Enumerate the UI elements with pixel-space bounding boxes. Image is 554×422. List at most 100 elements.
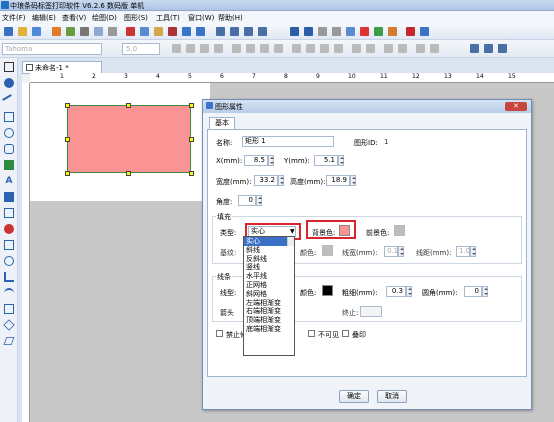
bold-icon[interactable] — [172, 44, 181, 53]
menu-file[interactable]: 文件(F) — [2, 13, 26, 23]
thickness-input[interactable]: 0.3 — [386, 286, 406, 297]
resize-handle[interactable] — [126, 103, 131, 108]
dropdown-option[interactable]: 竖线 — [244, 263, 294, 272]
close-icon[interactable]: ✕ — [505, 102, 527, 111]
cancel-button[interactable]: 取消 — [377, 390, 407, 403]
lock-icon[interactable] — [360, 27, 369, 36]
width-input[interactable]: 33.2 — [254, 175, 278, 186]
grid-icon[interactable] — [108, 27, 117, 36]
zoom-selection-icon[interactable] — [498, 44, 507, 53]
barcode-icon[interactable] — [388, 27, 397, 36]
polygon-icon[interactable] — [4, 304, 14, 314]
info-icon[interactable] — [420, 27, 429, 36]
width-stepper[interactable] — [278, 175, 284, 186]
qrcode-tool-icon[interactable] — [4, 224, 14, 234]
settings-icon[interactable] — [80, 27, 89, 36]
x-input[interactable]: 8.5 — [244, 155, 268, 166]
image-icon[interactable] — [4, 160, 14, 170]
strike-icon[interactable] — [214, 44, 223, 53]
menu-help[interactable]: 帮助(H) — [218, 13, 243, 23]
end-arrow-select[interactable] — [360, 306, 382, 317]
y-stepper[interactable] — [338, 155, 344, 166]
round-rect-icon[interactable] — [4, 144, 14, 154]
dropdown-option[interactable]: 正网格 — [244, 281, 294, 290]
flip-icon[interactable] — [334, 44, 343, 53]
underline-icon[interactable] — [200, 44, 209, 53]
resize-handle[interactable] — [189, 171, 194, 176]
font-size-select[interactable]: 5.0 — [122, 43, 160, 55]
redo-icon[interactable] — [196, 27, 205, 36]
pointer-icon[interactable] — [4, 62, 14, 72]
invisible-checkbox[interactable] — [308, 330, 315, 337]
zoom-in-icon[interactable] — [216, 27, 225, 36]
pan-icon[interactable] — [4, 78, 14, 88]
justify-icon[interactable] — [274, 44, 283, 53]
align-left-icon[interactable] — [232, 44, 241, 53]
middle-icon[interactable] — [430, 44, 439, 53]
ellipse-icon[interactable] — [4, 128, 14, 138]
ok-button[interactable]: 确定 — [339, 390, 369, 403]
align-icon[interactable] — [290, 27, 299, 36]
resize-handle[interactable] — [189, 103, 194, 108]
back-icon[interactable] — [366, 44, 375, 53]
align-right-icon[interactable] — [260, 44, 269, 53]
line-icon[interactable] — [2, 94, 16, 108]
rect-icon[interactable] — [4, 112, 14, 122]
print-icon[interactable] — [52, 27, 61, 36]
zoom-fit-icon[interactable] — [244, 27, 253, 36]
resize-handle[interactable] — [126, 171, 131, 176]
corner-stepper[interactable] — [482, 286, 488, 297]
undo-icon[interactable] — [182, 27, 191, 36]
name-input[interactable]: 矩形 1 — [242, 136, 334, 147]
x-stepper[interactable] — [268, 155, 274, 166]
thickness-stepper[interactable] — [406, 286, 412, 297]
height-stepper[interactable] — [350, 175, 356, 186]
table-icon[interactable] — [4, 240, 14, 250]
base-color-swatch[interactable] — [322, 245, 333, 256]
text-icon[interactable]: A — [4, 176, 14, 186]
fgcolor-swatch[interactable] — [394, 225, 405, 236]
resize-handle[interactable] — [65, 137, 70, 142]
selected-rectangle[interactable] — [67, 105, 191, 173]
zoom-out-icon[interactable] — [230, 27, 239, 36]
spacing-icon[interactable] — [292, 44, 301, 53]
menu-draw[interactable]: 绘图(D) — [92, 13, 117, 23]
same-width-icon[interactable] — [384, 44, 393, 53]
dropdown-option[interactable]: 斜线 — [244, 246, 294, 255]
angle-input[interactable]: 0 — [238, 195, 256, 206]
line-width-input[interactable]: 0.1 — [384, 246, 398, 257]
open-icon[interactable] — [18, 27, 27, 36]
dropdown-option[interactable]: 顶端相渐变 — [244, 316, 294, 325]
resize-handle[interactable] — [189, 137, 194, 142]
line-color-swatch[interactable] — [322, 285, 333, 296]
circle-text-icon[interactable] — [4, 256, 14, 266]
angle-stepper[interactable] — [256, 195, 262, 206]
menu-shape[interactable]: 图形(S) — [124, 13, 148, 23]
front-icon[interactable] — [352, 44, 361, 53]
dropdown-option[interactable]: 底端相渐变 — [244, 325, 294, 334]
menu-window[interactable]: 窗口(W) — [188, 13, 214, 23]
menu-view[interactable]: 查看(V) — [62, 13, 86, 23]
dropdown-option[interactable]: 右端相渐变 — [244, 307, 294, 316]
rotate-icon[interactable] — [320, 44, 329, 53]
pdf-icon[interactable] — [406, 27, 415, 36]
zoom-actual-icon[interactable] — [258, 27, 267, 36]
barcode-tool-icon[interactable] — [4, 208, 14, 218]
menu-edit[interactable]: 编辑(E) — [32, 13, 56, 23]
font-family-select[interactable]: Tahoma — [2, 43, 102, 55]
parallelogram-icon[interactable] — [3, 337, 15, 345]
layer-icon[interactable] — [346, 27, 355, 36]
line-gap-stepper[interactable] — [470, 246, 476, 257]
copy-icon[interactable] — [140, 27, 149, 36]
disable-checkbox[interactable] — [216, 330, 223, 337]
diamond-icon[interactable] — [3, 319, 15, 331]
line-width-stepper[interactable] — [398, 246, 404, 257]
rich-text-icon[interactable] — [4, 192, 14, 202]
zoom-width-icon[interactable] — [484, 44, 493, 53]
overprint-checkbox[interactable] — [342, 330, 349, 337]
tab-basic[interactable]: 基本 — [209, 117, 235, 129]
polyline-icon[interactable] — [4, 272, 14, 282]
line-spacing-icon[interactable] — [306, 44, 315, 53]
cut-icon[interactable] — [126, 27, 135, 36]
save-icon[interactable] — [32, 27, 41, 36]
